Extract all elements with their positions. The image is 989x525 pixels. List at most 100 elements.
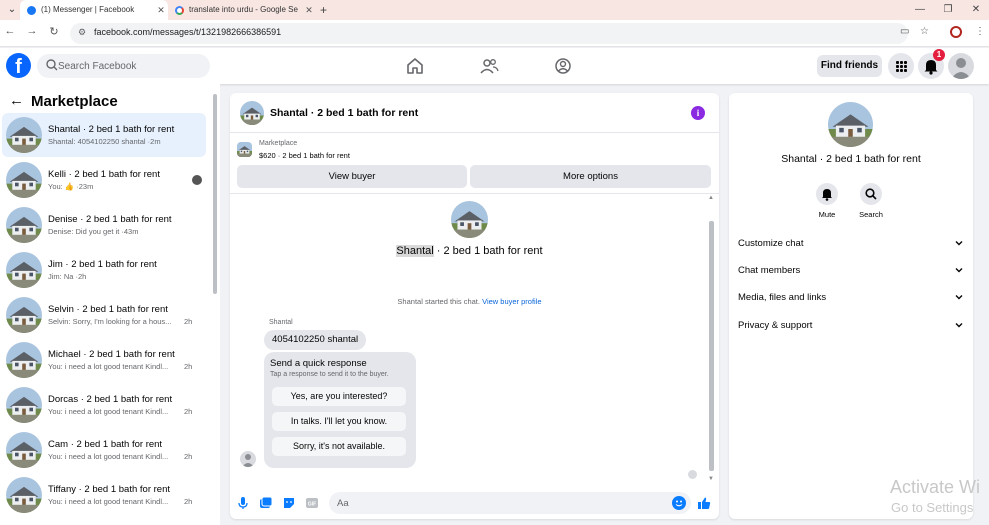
- conversation-header: Shantal · 2 bed 1 bath for rent i: [230, 93, 719, 133]
- conversation-item[interactable]: Denise · 2 bed 1 bath for rent Denise: D…: [2, 203, 206, 247]
- listing-thumbnail: [6, 297, 42, 333]
- emoji-icon[interactable]: [672, 496, 686, 510]
- message-bubble[interactable]: 4054102250 shantal: [264, 330, 367, 350]
- more-options-button[interactable]: More options: [470, 165, 711, 188]
- listing-summary: Marketplace $620 · 2 bed 1 bath for rent…: [230, 134, 719, 194]
- cast-icon[interactable]: ▭: [900, 26, 909, 37]
- listing-thumbnail: [451, 201, 488, 238]
- close-tab-icon[interactable]: ✕: [154, 0, 168, 20]
- chat-started-notice: Shantal started this chat. View buyer pr…: [397, 297, 542, 306]
- conversation-item[interactable]: Michael · 2 bed 1 bath for rent You: i n…: [2, 338, 206, 382]
- quick-response-subtitle: Tap a response to send it to the buyer.: [270, 371, 389, 378]
- tab-search-icon[interactable]: ⌄: [4, 2, 20, 18]
- site-info-icon[interactable]: ⚙: [78, 27, 86, 38]
- url-field[interactable]: ⚙ facebook.com/messages/t/13219826663865…: [70, 23, 908, 44]
- conversation-item[interactable]: Dorcas · 2 bed 1 bath for rent You: i ne…: [2, 383, 206, 427]
- conversation-name: Cam · 2 bed 1 bath for rent: [48, 439, 163, 450]
- sender-avatar[interactable]: [240, 451, 256, 467]
- conversation-item[interactable]: Kelli · 2 bed 1 bath for rent You: 👍 ·23…: [2, 158, 206, 202]
- new-tab-icon[interactable]: +: [320, 0, 327, 20]
- tab-google-search[interactable]: translate into urdu - Google Se ✕: [168, 0, 316, 20]
- listing-thumbnail[interactable]: [237, 142, 252, 157]
- address-bar: ← → ↻ ⚙ facebook.com/messages/t/13219826…: [0, 20, 989, 47]
- privacy-support-row[interactable]: Privacy & support: [738, 320, 964, 336]
- search-box[interactable]: [37, 54, 210, 78]
- back-icon[interactable]: ←: [2, 25, 18, 37]
- gif-icon[interactable]: GIF: [305, 496, 319, 510]
- activate-windows-watermark: Activate Wi: [890, 477, 981, 497]
- conversation-item[interactable]: Tiffany · 2 bed 1 bath for rent You: i n…: [2, 473, 206, 517]
- listing-thumbnail[interactable]: [240, 101, 264, 125]
- conversation-item[interactable]: Selvin · 2 bed 1 bath for rent Selvin: S…: [2, 293, 206, 337]
- quick-reply-button[interactable]: Sorry, it's not available.: [272, 437, 406, 456]
- photo-icon[interactable]: [259, 496, 273, 510]
- conversation-item[interactable]: Cam · 2 bed 1 bath for rent You: i need …: [2, 428, 206, 472]
- customize-chat-row[interactable]: Customize chat: [738, 238, 964, 254]
- details-title: Shantal · 2 bed 1 bath for rent: [781, 153, 921, 165]
- quick-reply-button[interactable]: Yes, are you interested?: [272, 387, 406, 406]
- conversation-item[interactable]: Shantal · 2 bed 1 bath for rent Shantal:…: [2, 113, 206, 157]
- sticker-icon[interactable]: [282, 496, 296, 510]
- section-label: Customize chat: [738, 238, 804, 249]
- sender-name: Shantal: [269, 319, 293, 326]
- account-avatar[interactable]: [948, 53, 974, 79]
- find-friends-button[interactable]: Find friends: [817, 55, 882, 77]
- view-buyer-button[interactable]: View buyer: [237, 165, 467, 188]
- search-label: Search: [859, 210, 883, 219]
- microphone-icon[interactable]: [236, 496, 250, 510]
- facebook-header: f Find friends 1: [0, 48, 989, 84]
- conversation-preview: You: 👍 ·23m: [48, 182, 94, 191]
- conversation-name: Michael · 2 bed 1 bath for rent: [48, 349, 175, 360]
- browser-profile-icon[interactable]: [950, 26, 962, 38]
- browser-menu-icon[interactable]: ⋮: [975, 26, 985, 37]
- view-buyer-profile-link[interactable]: View buyer profile: [482, 297, 541, 306]
- message-input[interactable]: [337, 492, 667, 514]
- conversation-item[interactable]: Jim · 2 bed 1 bath for rent Jim: Na ·2h: [2, 248, 206, 292]
- mute-button[interactable]: Mute: [807, 183, 847, 219]
- listing-thumbnail: [6, 252, 42, 288]
- search-in-conversation-button[interactable]: Search: [851, 183, 891, 219]
- panel-title: Marketplace: [31, 93, 118, 110]
- scroll-down-arrow-icon[interactable]: ▼: [708, 476, 714, 482]
- chat-members-row[interactable]: Chat members: [738, 265, 964, 281]
- tab-title: (1) Messenger | Facebook: [41, 5, 135, 14]
- media-files-links-row[interactable]: Media, files and links: [738, 292, 964, 308]
- bookmark-star-icon[interactable]: ☆: [920, 26, 929, 37]
- bell-icon: [822, 189, 832, 201]
- conversation-time: 2h: [184, 497, 193, 506]
- facebook-logo-icon[interactable]: f: [6, 53, 31, 78]
- home-icon[interactable]: [404, 55, 426, 77]
- quick-reply-button[interactable]: In talks. I'll let you know.: [272, 412, 406, 431]
- reload-icon[interactable]: ↻: [46, 25, 62, 38]
- groups-icon[interactable]: [552, 55, 574, 77]
- friends-icon[interactable]: [478, 55, 500, 77]
- thumbs-up-icon[interactable]: [697, 496, 711, 510]
- listing-thumbnail: [6, 387, 42, 423]
- quick-response-card: Send a quick response Tap a response to …: [264, 352, 416, 468]
- listing-price[interactable]: $620 · 2 bed 1 bath for rent: [259, 151, 350, 160]
- minimize-icon[interactable]: —: [906, 0, 934, 20]
- scroll-up-arrow-icon[interactable]: ▲: [708, 195, 714, 201]
- menu-button[interactable]: [888, 53, 914, 79]
- facebook-favicon-icon: [27, 5, 36, 15]
- browser-tab-strip: ⌄ (1) Messenger | Facebook ✕ translate i…: [0, 0, 989, 20]
- conversation-name: Denise · 2 bed 1 bath for rent: [48, 214, 172, 225]
- chat-list-scrollbar[interactable]: [213, 94, 217, 294]
- message-input-box[interactable]: [329, 492, 691, 514]
- forward-icon[interactable]: →: [24, 25, 40, 37]
- restore-icon[interactable]: ❐: [934, 0, 962, 20]
- close-tab-icon[interactable]: ✕: [302, 0, 316, 20]
- search-input[interactable]: [58, 54, 208, 78]
- listing-thumbnail[interactable]: [828, 102, 873, 147]
- tab-messenger[interactable]: (1) Messenger | Facebook ✕: [20, 0, 168, 20]
- info-icon[interactable]: i: [691, 106, 705, 120]
- message-thread-scrollbar[interactable]: [709, 221, 714, 471]
- conversation-time: 2h: [184, 317, 193, 326]
- conversation-title[interactable]: Shantal · 2 bed 1 bath for rent: [270, 107, 418, 119]
- listing-category: Marketplace: [259, 140, 298, 147]
- url-text: facebook.com/messages/t/1321982666386591: [94, 27, 282, 37]
- conversation-time: 2h: [184, 452, 193, 461]
- close-window-icon[interactable]: ✕: [962, 0, 989, 20]
- conversation-preview: Jim: Na ·2h: [48, 272, 87, 281]
- listing-thumbnail: [6, 432, 42, 468]
